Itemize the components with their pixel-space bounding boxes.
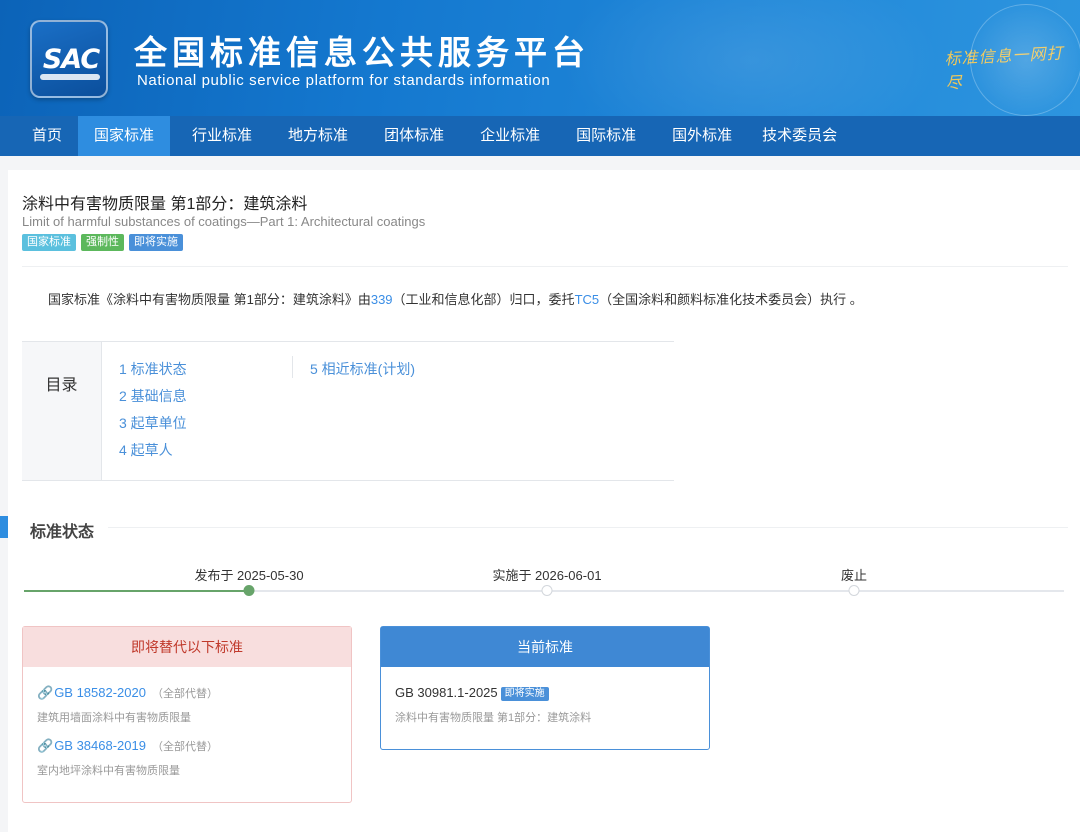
toc-item-basic-info[interactable]: 2 基础信息: [119, 383, 187, 410]
replaced-standard-name: 建筑用墙面涂料中有害物质限量: [37, 712, 191, 724]
standard-title: 涂料中有害物质限量 第1部分：建筑涂料: [22, 196, 308, 213]
standard-tags: 国家标准 强制性 即将实施: [22, 234, 183, 251]
replaced-standard-note: （全部代替）: [151, 688, 218, 700]
replaced-standard-code: GB 38468-2019: [54, 738, 146, 753]
toc-column-2: 5 相近标准(计划): [310, 356, 415, 383]
timeline-progress: [24, 590, 249, 592]
tag-mandatory: 强制性: [81, 234, 124, 251]
nav-item-committee[interactable]: 技术委员会: [750, 116, 849, 156]
tag-upcoming: 即将实施: [129, 234, 183, 251]
timeline-label-abolished: 废止: [840, 568, 868, 583]
current-standard-box: 当前标准 GB 30981.1-2025 即将实施 涂料中有害物质限量 第1部分：…: [380, 626, 710, 750]
link-icon: 🔗: [37, 685, 54, 700]
toc-item-similar-standards[interactable]: 5 相近标准(计划): [310, 356, 415, 383]
section-divider: [108, 527, 1068, 528]
replaced-standard-name: 室内地坪涂料中有害物质限量: [37, 765, 180, 777]
replaced-standard-link[interactable]: 🔗GB 38468-2019: [37, 738, 146, 753]
desc-text-2: （工业和信息化部）归口，委托: [392, 292, 575, 307]
nav-item-home[interactable]: 首页: [0, 116, 78, 156]
sac-logo[interactable]: SAC: [30, 20, 108, 98]
slogan: 标准信息一网打尽: [944, 43, 1064, 93]
divider: [22, 266, 1068, 267]
current-standard-badge: 即将实施: [500, 687, 549, 701]
tag-national: 国家标准: [22, 234, 76, 251]
toc-item-drafting-units[interactable]: 3 起草单位: [119, 410, 187, 437]
current-standard-name: 涂料中有害物质限量 第1部分：建筑涂料: [395, 712, 592, 724]
site-subtitle: National public service platform for sta…: [137, 72, 551, 89]
timeline-label-effective: 实施于 2026-06-01: [492, 568, 602, 583]
toc-label: 目录: [22, 342, 102, 480]
table-of-contents: 目录 1 标准状态 2 基础信息 3 起草单位 4 起草人 5 相近标准(计划): [22, 341, 674, 481]
tc-code-link[interactable]: TC5: [575, 292, 600, 307]
nav-item-international[interactable]: 国际标准: [558, 116, 654, 156]
logo-text: SAC: [42, 44, 100, 75]
timeline-dot-published: [243, 585, 255, 596]
timeline-dot-abolished: [848, 585, 860, 596]
standard-detail-card: 涂料中有害物质限量 第1部分：建筑涂料 Limit of harmful sub…: [0, 170, 1080, 832]
replaced-standard-note: （全部代替）: [151, 741, 218, 753]
replaced-standards-title: 即将替代以下标准: [23, 627, 351, 667]
nav-item-enterprise[interactable]: 企业标准: [462, 116, 558, 156]
org-code-link[interactable]: 339: [371, 292, 393, 307]
replaced-standard-item: 🔗GB 38468-2019 （全部代替） 室内地坪涂料中有害物质限量: [37, 737, 218, 778]
nav-item-local[interactable]: 地方标准: [270, 116, 366, 156]
replaced-standard-link[interactable]: 🔗GB 18582-2020: [37, 685, 146, 700]
nav-item-industry[interactable]: 行业标准: [170, 116, 270, 156]
section-title-status: 标准状态: [30, 524, 95, 541]
toc-divider: [292, 356, 293, 378]
replaced-standard-item: 🔗GB 18582-2020 （全部代替） 建筑用墙面涂料中有害物质限量: [37, 684, 218, 725]
timeline-dot-effective: [541, 585, 553, 596]
nav-item-group[interactable]: 团体标准: [366, 116, 462, 156]
desc-text-1: 国家标准《涂料中有害物质限量 第1部分：建筑涂料》由: [48, 292, 371, 307]
toc-column-1: 1 标准状态 2 基础信息 3 起草单位 4 起草人: [119, 356, 187, 464]
desc-text-3: （全国涂料和颜料标准化技术委员会）执行 。: [599, 292, 863, 307]
main-nav: 首页 国家标准 行业标准 地方标准 团体标准 企业标准 国际标准 国外标准 技术…: [0, 116, 1080, 156]
site-banner: SAC 全国标准信息公共服务平台 National public service…: [0, 0, 1080, 116]
replaced-standards-box: 即将替代以下标准 🔗GB 18582-2020 （全部代替） 建筑用墙面涂料中有害…: [22, 626, 352, 803]
standard-title-en: Limit of harmful substances of coatings—…: [22, 214, 426, 229]
section-marker: [0, 516, 8, 538]
current-standard-item: GB 30981.1-2025 即将实施 涂料中有害物质限量 第1部分：建筑涂料: [395, 684, 591, 725]
standard-description: 国家标准《涂料中有害物质限量 第1部分：建筑涂料》由339（工业和信息化部）归口…: [48, 289, 863, 308]
nav-item-national[interactable]: 国家标准: [78, 116, 171, 156]
toc-item-status[interactable]: 1 标准状态: [119, 356, 187, 383]
link-icon: 🔗: [37, 738, 54, 753]
site-title: 全国标准信息公共服务平台: [134, 33, 590, 72]
replaced-standard-code: GB 18582-2020: [54, 685, 146, 700]
nav-item-foreign[interactable]: 国外标准: [654, 116, 750, 156]
toc-item-drafters[interactable]: 4 起草人: [119, 437, 187, 464]
current-standard-title: 当前标准: [381, 627, 709, 667]
logo-swoosh-icon: [40, 74, 100, 80]
timeline-label-published: 发布于 2025-05-30: [194, 568, 304, 583]
current-standard-code: GB 30981.1-2025: [395, 685, 498, 700]
